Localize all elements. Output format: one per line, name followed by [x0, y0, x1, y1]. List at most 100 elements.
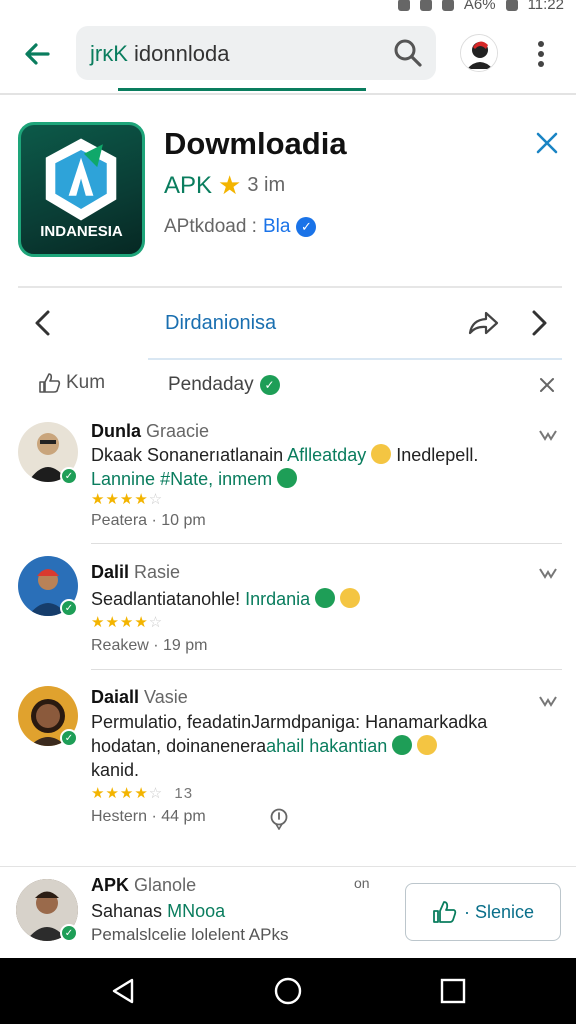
search-header: jrκK idonnloda	[0, 22, 576, 92]
clock: 11:22	[527, 0, 564, 13]
developer-name[interactable]: Bla	[263, 216, 290, 238]
close-icon[interactable]	[532, 128, 562, 158]
review-stars-filled: ★★★★	[91, 785, 149, 802]
reviewer-verified-icon: ✓	[60, 924, 78, 942]
helpful-button[interactable]: · Slenice	[405, 883, 561, 941]
wifi-status-icon	[441, 0, 454, 11]
app-card[interactable]: INDANESIA Dowmloadia APK ★ 3 im APtkdoad…	[0, 112, 576, 282]
like-filter-button[interactable]: Kum	[38, 372, 105, 394]
review-menu-icon[interactable]	[538, 566, 558, 580]
status-icons: A6% 11:22	[397, 0, 564, 13]
review-stars-filled: ★★★★	[91, 614, 149, 631]
bottom-review-card: ✓ APK Glanole on Sahanas MNooa Pemalslce…	[0, 866, 576, 958]
review-item: ✓ Dalil Rasie Seadlantiatanohle! Inrdani…	[0, 556, 576, 666]
review-text: Seadlantiatanohle! Inrdania	[91, 587, 531, 611]
status-bar: A6% 11:22	[0, 0, 576, 14]
review-stars-filled: ★★★★	[91, 491, 149, 508]
review-text-mid: hodatan, doinanenera	[91, 736, 267, 756]
review-text-start: Permulatio, feadatinJarmdpaniga: Hanamar…	[91, 712, 488, 732]
helpful-button-label: · Slenice	[463, 901, 535, 922]
app-subtitle-row: APK ★ 3 im	[164, 170, 285, 201]
rating-star-icon: ★	[218, 170, 242, 200]
review-text-start: Sahanas	[91, 901, 163, 921]
emoji-icon	[392, 735, 413, 755]
review-item: ✓ Dunla Graacie Dkaak Sonanerıatlanain A…	[0, 420, 576, 540]
review-text-secondary: Pemalslcelie lolelent APks	[91, 925, 289, 944]
more-options-icon[interactable]	[530, 36, 552, 72]
share-icon[interactable]	[466, 306, 500, 340]
selected-check-icon: ✓	[259, 375, 280, 395]
battery-level: A6%	[463, 0, 496, 13]
search-icon[interactable]	[392, 37, 424, 69]
review-text-green: Aflleatday	[287, 445, 367, 465]
emoji-icon	[371, 444, 392, 464]
app-developer-row: APtkdoad : Bla ✓	[164, 216, 317, 238]
reviewer-verified-icon: ✓	[60, 729, 78, 747]
reviewer-name-sub: Vasie	[144, 687, 188, 707]
review-stars-empty: ☆	[148, 785, 164, 802]
search-query-prefix: jrκK	[90, 41, 128, 66]
system-nav-bar	[0, 958, 576, 1024]
review-text: Sahanas MNooa	[91, 901, 225, 922]
emoji-icon	[315, 588, 336, 608]
location-pin-icon[interactable]	[269, 808, 289, 830]
header-divider	[0, 93, 576, 95]
chevron-right-icon[interactable]	[526, 308, 552, 338]
nav-back-icon[interactable]	[108, 976, 138, 1006]
search-active-indicator	[118, 88, 366, 91]
review-filter-row: Kum Pendaday ✓	[0, 370, 576, 404]
verified-check-icon: ✓	[296, 217, 317, 237]
app-meta: 3 im	[247, 174, 286, 196]
emoji-icon	[417, 735, 438, 755]
tab-navigation: Dirdanionisa	[0, 296, 576, 356]
notification-status-icon	[419, 0, 432, 11]
reviewer-name-main: Daiall	[91, 687, 140, 707]
developer-label: APtkdoad :	[164, 216, 257, 237]
review-text-green: MNooa	[167, 901, 226, 921]
back-arrow-icon[interactable]	[20, 36, 56, 72]
reviewer-verified-icon: ✓	[60, 599, 78, 617]
review-text: Permulatio, feadatinJarmdpaniga: Hanamar…	[91, 710, 521, 782]
app-subtitle: APK	[164, 171, 213, 199]
review-text-line2: Lannine #Nate, inmem	[91, 469, 273, 489]
thumbs-up-icon	[39, 373, 61, 393]
reviewer-name-main: Dunla	[91, 421, 142, 441]
reviewer-name-sub: Graacie	[146, 421, 210, 441]
reviewer-verified-icon: ✓	[60, 467, 78, 485]
reviewer-name-main: APK	[91, 875, 130, 895]
review-text-green: Inrdania	[245, 589, 311, 609]
clear-filter-icon[interactable]	[538, 376, 556, 394]
review-text-end: Inedlepell.	[396, 445, 479, 465]
nav-recents-icon[interactable]	[438, 976, 468, 1006]
review-text: Dkaak Sonanerıatlanain Aflleatday Inedle…	[91, 443, 531, 491]
review-menu-icon[interactable]	[538, 428, 558, 442]
nav-home-icon[interactable]	[273, 976, 303, 1006]
review-text-start: Seadlantiatanohle!	[91, 589, 241, 609]
reviewer-name: APK Glanole	[91, 875, 196, 896]
review-rating: ★★★★☆ 13	[91, 784, 193, 802]
review-count: 13	[174, 785, 194, 802]
review-menu-icon[interactable]	[538, 694, 558, 708]
app-icon[interactable]: INDANESIA	[18, 122, 145, 257]
reviewer-name: Daiall Vasie	[91, 687, 188, 708]
review-item: ✓ Daiall Vasie Permulatio, feadatinJarmd…	[0, 684, 576, 834]
review-timestamp: Reakew · 19 pm	[91, 637, 208, 654]
review-stars-empty: ☆	[148, 491, 164, 508]
card-divider	[18, 286, 562, 288]
emoji-icon	[340, 588, 361, 608]
sort-filter-button[interactable]: Pendaday ✓	[168, 374, 280, 396]
battery-icon	[505, 0, 518, 11]
app-title: Dowmloadia	[164, 126, 347, 161]
review-divider	[91, 543, 562, 544]
review-timestamp: Hestern · 44 pm	[91, 808, 206, 825]
search-input[interactable]: jrκK idonnloda	[76, 26, 436, 80]
tab-active[interactable]: Dirdanionisa	[165, 312, 276, 335]
review-divider	[91, 669, 562, 670]
chevron-left-icon[interactable]	[30, 308, 56, 338]
reviewer-name-main: Dalil	[91, 562, 130, 582]
settings-status-icon	[397, 0, 410, 11]
account-avatar[interactable]	[460, 34, 498, 72]
review-text-green: ahail hakantian	[266, 736, 388, 756]
thumbs-up-icon	[433, 901, 457, 923]
reviewer-name-sub: Glanole	[134, 875, 197, 895]
